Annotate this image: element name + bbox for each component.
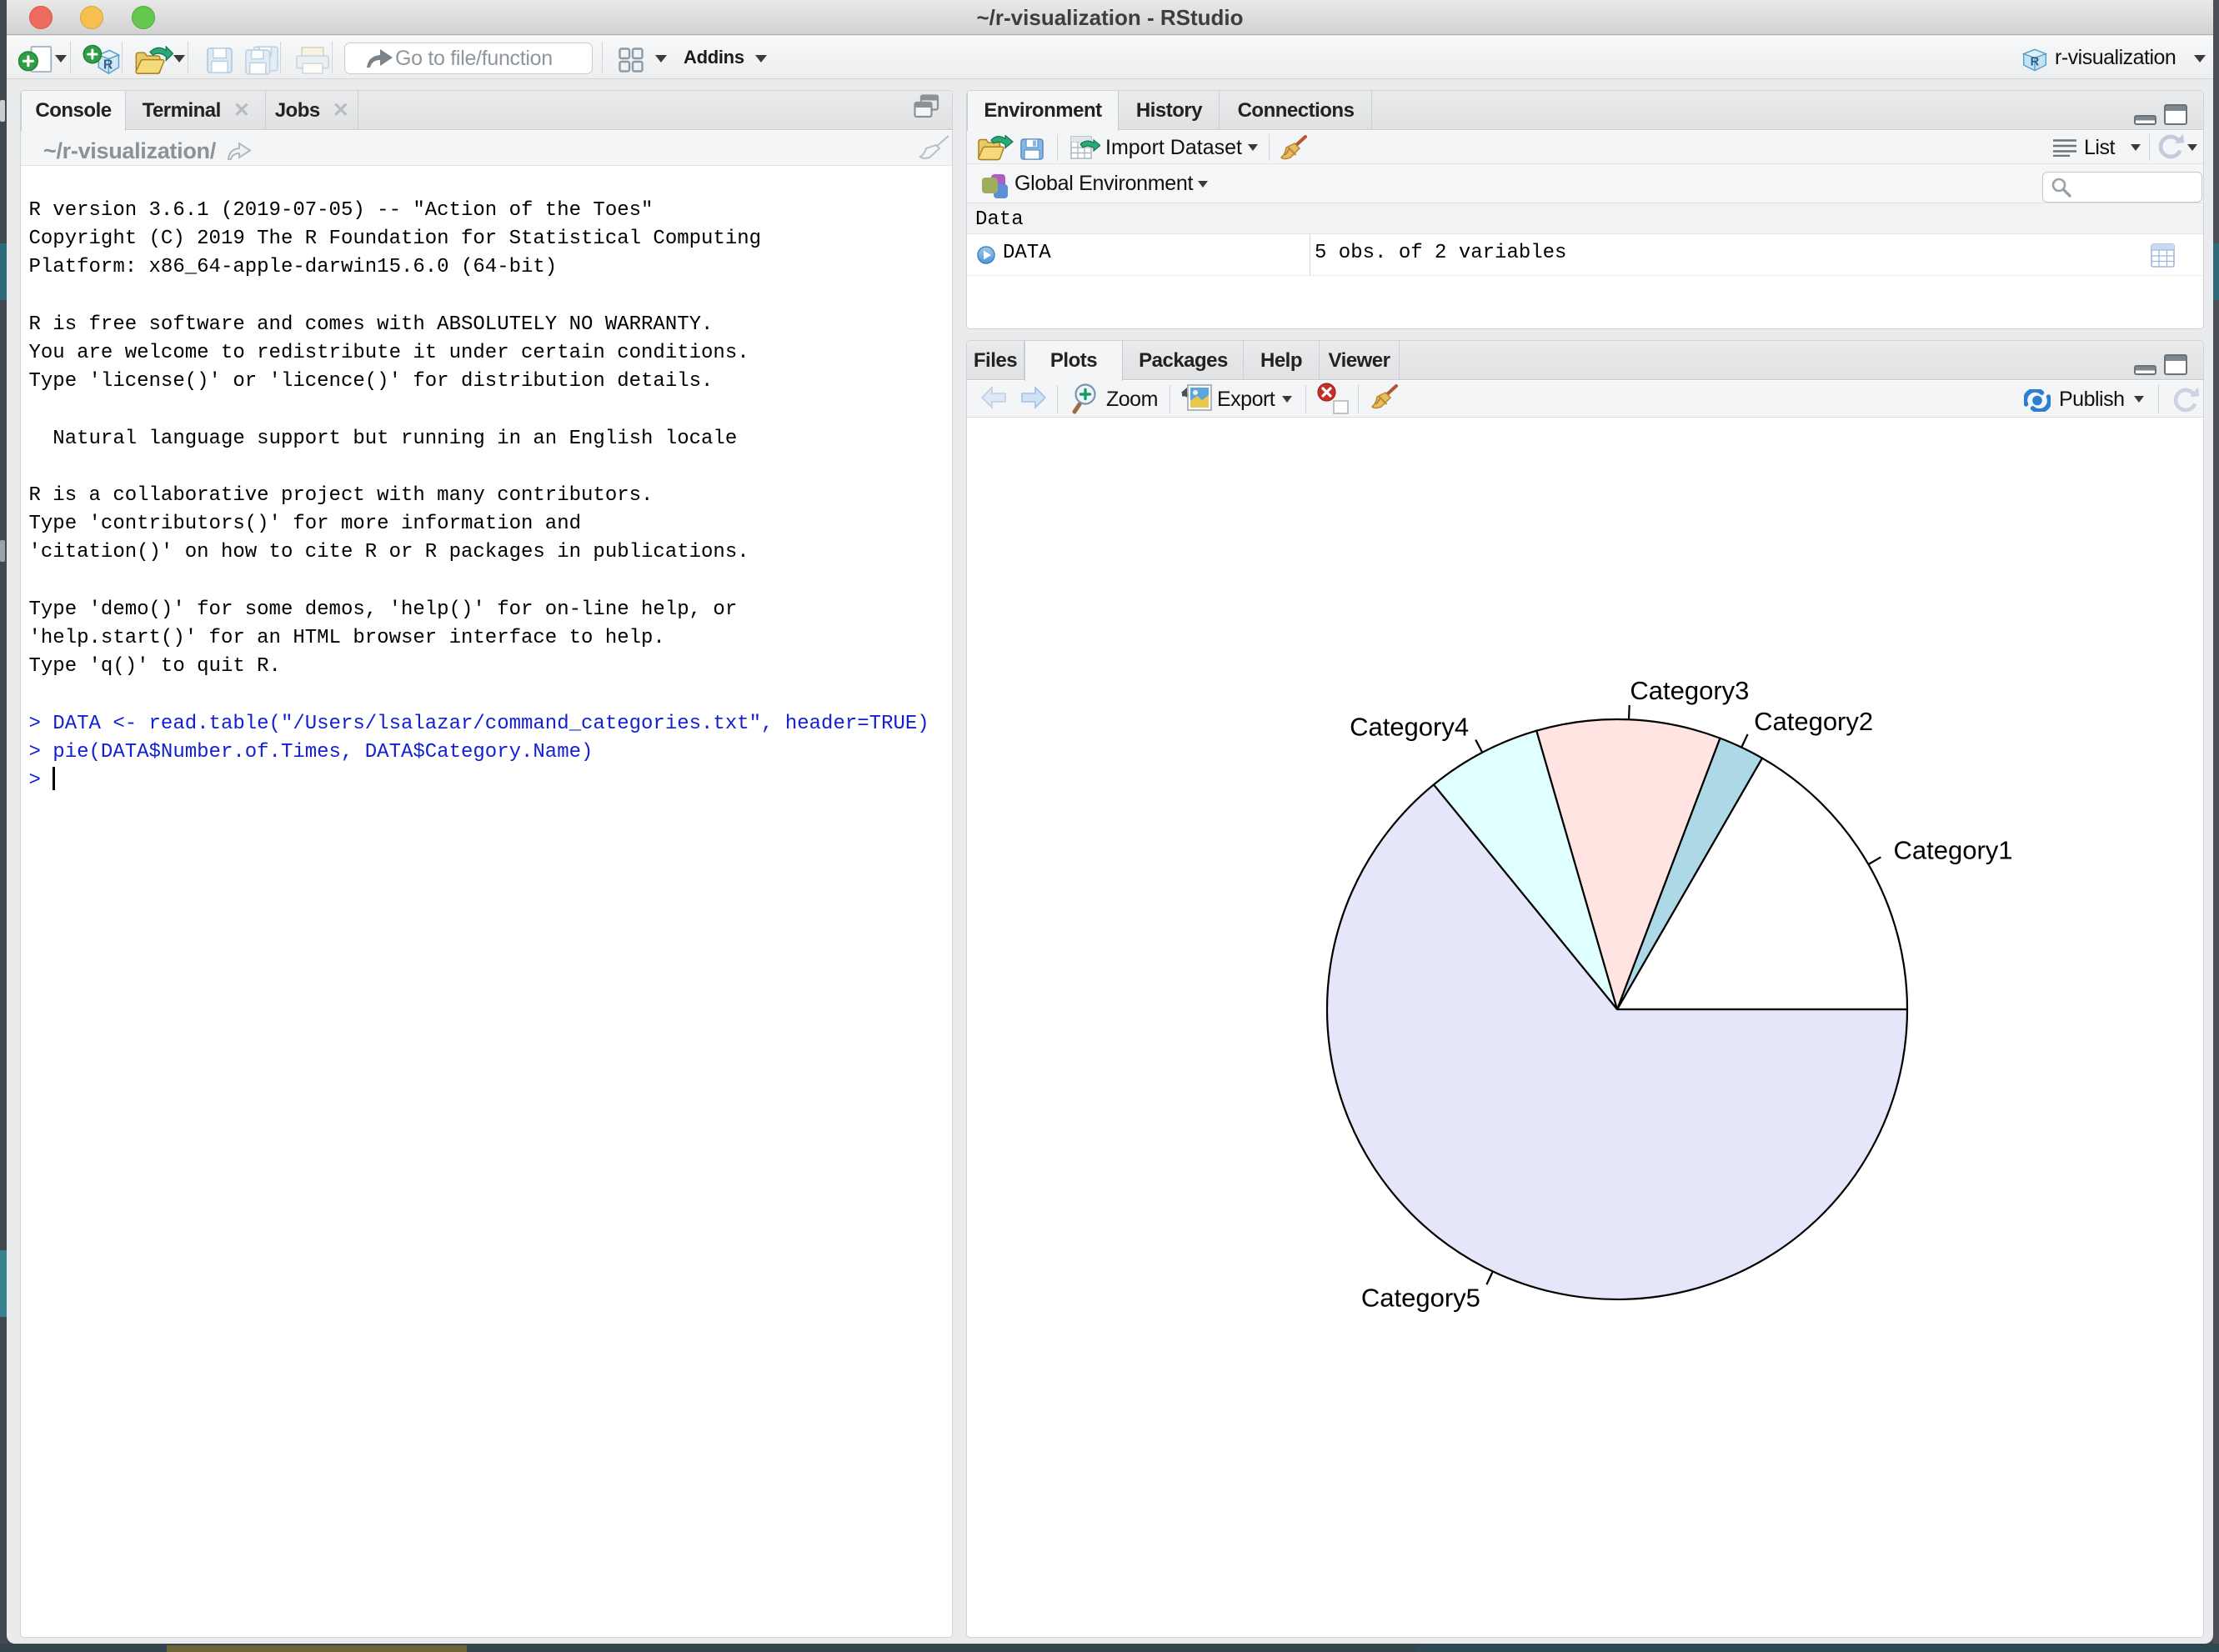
svg-text:Category5: Category5: [1361, 1284, 1480, 1313]
svg-text:R: R: [103, 58, 113, 73]
svg-text:Category1: Category1: [1894, 835, 2013, 864]
svg-text:R: R: [2031, 56, 2040, 69]
svg-text:Category2: Category2: [1754, 707, 1873, 736]
svg-text:Category4: Category4: [1350, 713, 1469, 742]
svg-text:Category3: Category3: [1630, 676, 1749, 705]
